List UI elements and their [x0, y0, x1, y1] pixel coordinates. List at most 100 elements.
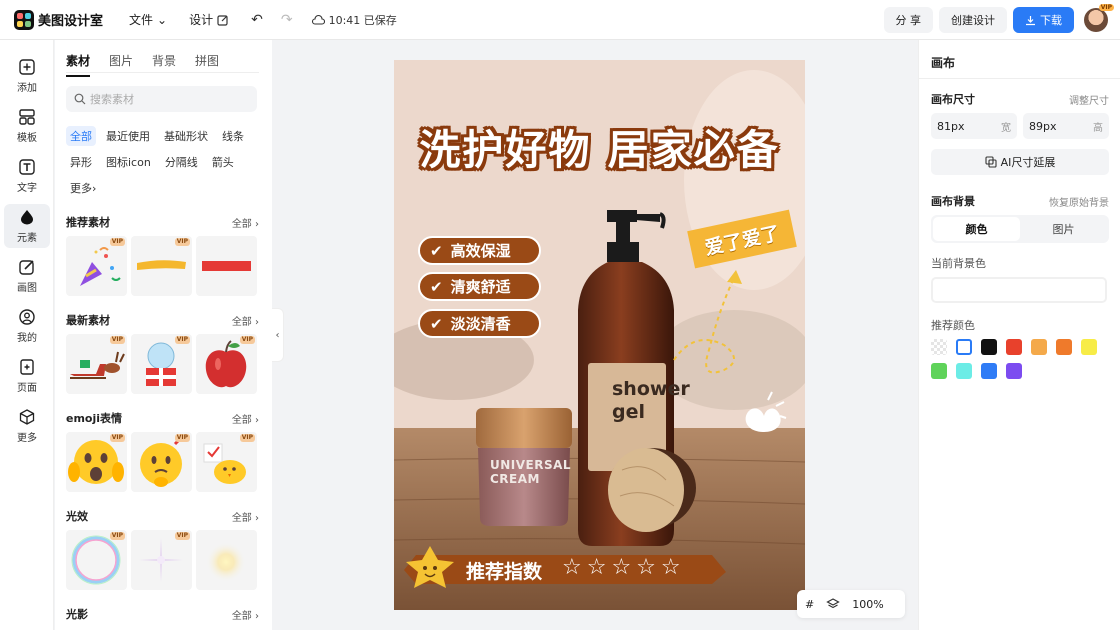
chip-recent[interactable]: 最近使用 — [102, 126, 154, 146]
color-swatch[interactable] — [1031, 339, 1047, 355]
resize-icon — [985, 156, 997, 168]
properties-panel: 画布 画布尺寸 调整尺寸 81px 宽 89px 高 AI尺寸延展 画布背景 恢… — [918, 40, 1120, 630]
restore-bg-link[interactable]: 恢复原始背景 — [1049, 194, 1109, 209]
nav-mine[interactable]: 我的 — [4, 304, 50, 348]
adjust-size-link[interactable]: 调整尺寸 — [1069, 92, 1109, 107]
material-thumb[interactable] — [196, 236, 257, 296]
color-swatch[interactable] — [1081, 339, 1097, 355]
material-thumb[interactable]: VIP — [131, 236, 192, 296]
chip-dividers[interactable]: 分隔线 — [161, 152, 202, 172]
chip-lines[interactable]: 线条 — [218, 126, 248, 146]
feature-pill[interactable]: ✔ 高效保湿 — [418, 236, 541, 265]
redo-icon[interactable]: ↷ — [281, 12, 293, 28]
feature-pill[interactable]: ✔ 淡淡清香 — [418, 309, 541, 338]
app-logo[interactable]: 美图设计室 — [14, 9, 103, 30]
vip-badge: VIP — [174, 336, 190, 344]
file-menu[interactable]: 文件 ⌄ — [129, 11, 167, 28]
grid-icon[interactable]: # — [805, 598, 814, 611]
nav-add-label: 添加 — [17, 83, 37, 94]
section-all-link[interactable]: 全部 › — [232, 215, 259, 230]
chip-more[interactable]: 更多 › — [66, 178, 100, 198]
height-field[interactable]: 89px 高 — [1023, 113, 1109, 139]
seg-color[interactable]: 颜色 — [933, 217, 1020, 241]
share-button[interactable]: 分 享 — [883, 7, 933, 33]
design-menu[interactable]: 设计 — [189, 11, 229, 28]
nav-more[interactable]: 更多 — [4, 404, 50, 448]
seg-image[interactable]: 图片 — [1020, 217, 1107, 241]
collapse-panel-button[interactable]: ‹ — [272, 308, 284, 362]
top-bar: 美图设计室 文件 ⌄ 设计 ↶ ↷ 10:41 已保存 分 享 创建设计 下载 … — [0, 0, 1120, 40]
rating-label[interactable]: 推荐指数 — [466, 557, 542, 584]
bottle-label-line-1: shower — [612, 378, 690, 400]
tab-collage[interactable]: 拼图 — [195, 52, 219, 77]
tab-backgrounds[interactable]: 背景 — [152, 52, 176, 77]
avatar-vip-badge: VIP — [1098, 4, 1114, 11]
nav-mine-label: 我的 — [17, 333, 37, 344]
width-field[interactable]: 81px 宽 — [931, 113, 1017, 139]
chip-icons[interactable]: 图标icon — [102, 152, 155, 172]
design-canvas[interactable]: 洗护好物 居家必备 ✔ 高效保湿 ✔ 清爽舒适 ✔ 淡淡清香 爱了爱了 shower g… — [394, 60, 805, 610]
chip-arrows[interactable]: 箭头 — [208, 152, 238, 172]
download-button[interactable]: 下载 — [1013, 7, 1074, 33]
nav-add[interactable]: 添加 — [4, 54, 50, 98]
chip-basic-shapes[interactable]: 基础形状 — [160, 126, 212, 146]
material-thumb[interactable]: VIP — [66, 236, 127, 296]
section-all-link[interactable]: 全部 › — [232, 509, 259, 524]
feature-label: 高效保湿 — [450, 242, 511, 260]
material-thumb[interactable]: VIP — [66, 530, 127, 590]
tab-images[interactable]: 图片 — [109, 52, 133, 77]
section-title: 光效 — [66, 510, 88, 523]
text-icon — [19, 159, 35, 175]
nav-page[interactable]: 页面 — [4, 354, 50, 398]
color-swatch[interactable] — [981, 363, 997, 379]
material-thumb[interactable]: VIP — [66, 334, 127, 394]
section-all-link[interactable]: 全部 › — [232, 313, 259, 328]
canvas-size-row: 画布尺寸 调整尺寸 — [931, 91, 1109, 107]
color-swatch[interactable] — [956, 363, 972, 379]
color-swatch[interactable] — [1056, 339, 1072, 355]
section-all-link[interactable]: 全部 › — [232, 607, 259, 622]
glow-light-icon — [206, 542, 246, 582]
layers-icon[interactable] — [826, 597, 840, 611]
material-thumb[interactable]: VIP — [131, 334, 192, 394]
design-menu-label: 设计 — [189, 13, 214, 27]
color-swatch[interactable] — [931, 339, 947, 355]
ai-expand-button[interactable]: AI尺寸延展 — [931, 149, 1109, 175]
undo-icon[interactable]: ↶ — [251, 12, 263, 28]
nav-draw[interactable]: 画图 — [4, 254, 50, 298]
material-thumb[interactable]: VIP — [66, 432, 127, 492]
color-swatch[interactable] — [1006, 363, 1022, 379]
page-add-icon — [20, 359, 34, 375]
section-all-link[interactable]: 全部 › — [232, 411, 259, 426]
zoom-level[interactable]: 100% — [852, 598, 883, 611]
poster-headline[interactable]: 洗护好物 居家必备 — [394, 116, 805, 176]
height-unit: 高 — [1093, 122, 1103, 134]
nav-text[interactable]: 文字 — [4, 154, 50, 198]
chip-irregular[interactable]: 异形 — [66, 152, 96, 172]
color-swatch[interactable] — [956, 339, 972, 355]
current-color-field[interactable] — [931, 277, 1107, 303]
material-thumb[interactable]: VIP — [131, 432, 192, 492]
nav-draw-label: 画图 — [17, 283, 37, 294]
avatar[interactable]: VIP — [1084, 4, 1114, 32]
search-input[interactable]: 搜索素材 — [66, 86, 257, 112]
feature-pill[interactable]: ✔ 清爽舒适 — [418, 272, 541, 301]
nav-template[interactable]: 模板 — [4, 104, 50, 148]
create-design-button[interactable]: 创建设计 — [939, 7, 1007, 33]
tab-material[interactable]: 素材 — [66, 52, 91, 77]
material-thumb[interactable] — [196, 530, 257, 590]
color-swatch[interactable] — [931, 363, 947, 379]
material-thumb[interactable]: VIP — [196, 334, 257, 394]
material-thumb[interactable]: VIP — [196, 432, 257, 492]
nav-text-label: 文字 — [17, 183, 37, 194]
color-swatch[interactable] — [1006, 339, 1022, 355]
chip-all[interactable]: 全部 — [66, 126, 96, 146]
vip-badge: VIP — [109, 434, 125, 442]
material-thumb[interactable]: VIP — [131, 530, 192, 590]
chevron-right-icon: › — [92, 181, 97, 195]
vip-badge: VIP — [239, 336, 255, 344]
nav-elements[interactable]: 元素 — [4, 204, 50, 248]
download-icon — [1026, 15, 1035, 25]
section-title: 推荐素材 — [66, 216, 110, 229]
color-swatch[interactable] — [981, 339, 997, 355]
